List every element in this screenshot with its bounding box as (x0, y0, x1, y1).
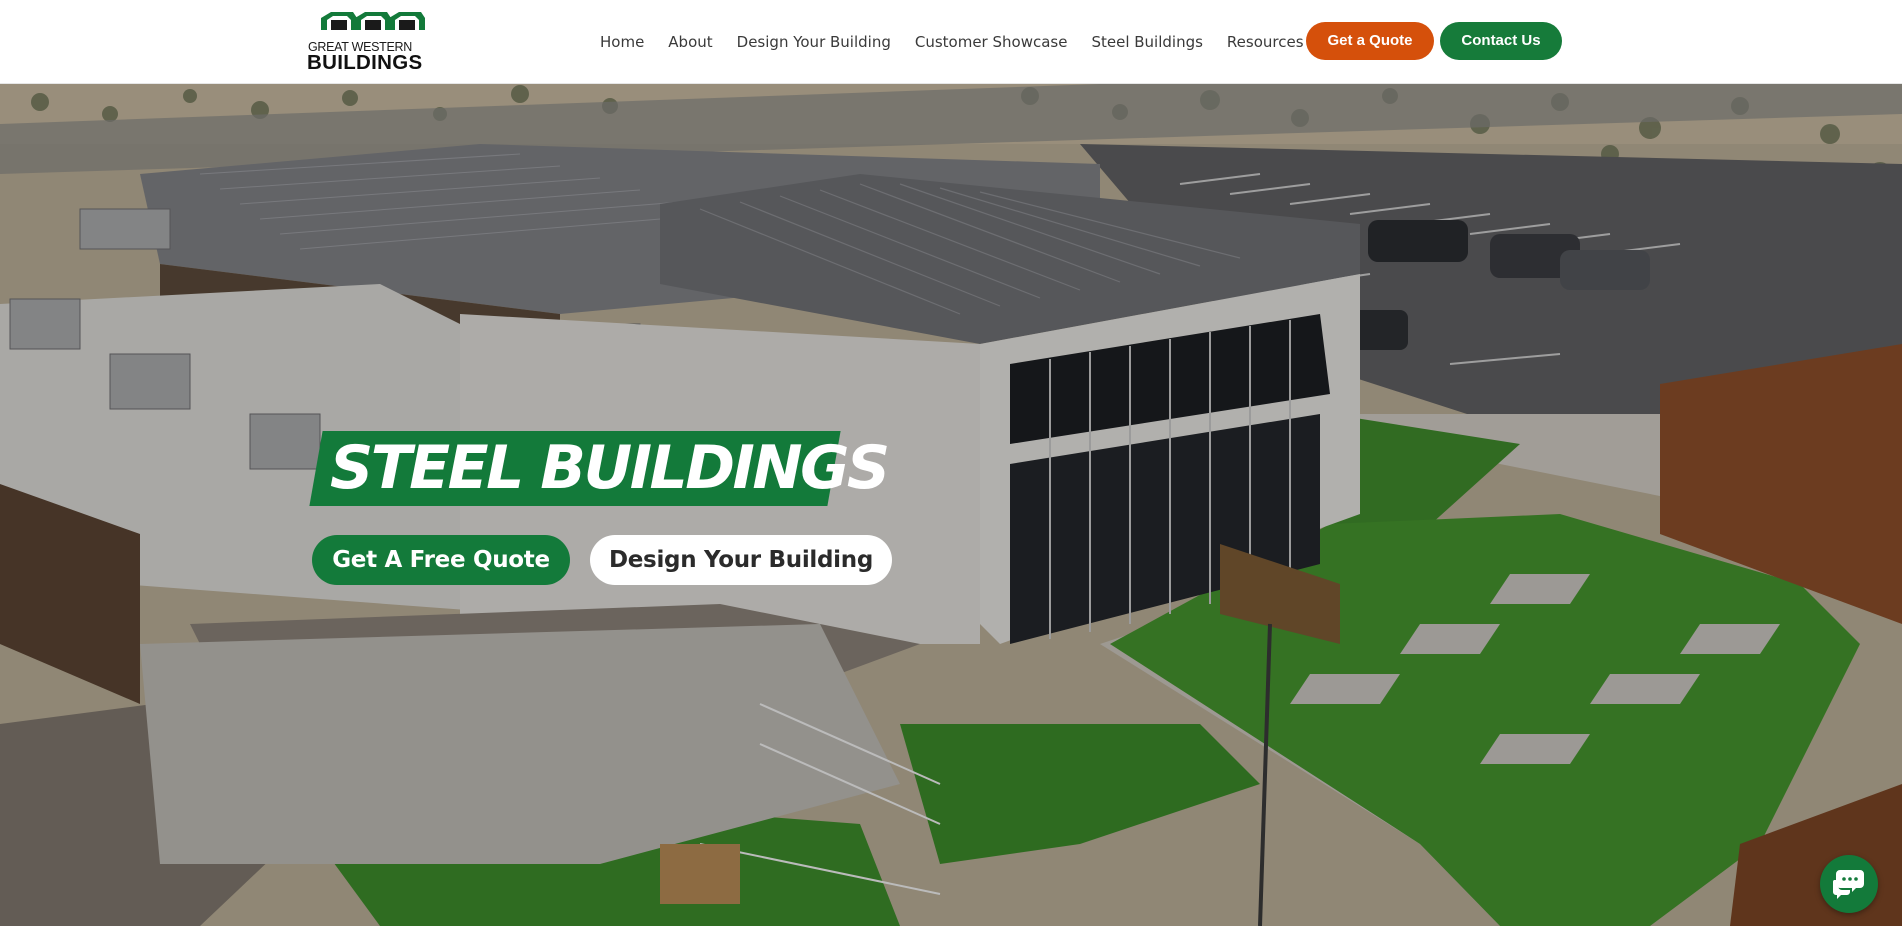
logo-line-2: BUILDINGS (307, 51, 423, 74)
get-a-quote-button[interactable]: Get a Quote (1306, 22, 1434, 60)
nav-customer-showcase[interactable]: Customer Showcase (915, 31, 1068, 55)
nav-about[interactable]: About (668, 31, 712, 55)
nav-design-your-building[interactable]: Design Your Building (737, 31, 891, 55)
building-roofs-icon (321, 12, 425, 30)
hero-section: STEEL BUILDINGS Get A Free Quote Design … (0, 84, 1902, 926)
chat-button[interactable] (1820, 855, 1878, 913)
hero-title: STEEL BUILDINGS (330, 433, 890, 503)
hero-overlay (0, 84, 1902, 926)
main-nav: Home About Design Your Building Customer… (600, 31, 1328, 55)
chat-bubbles-icon (1832, 870, 1864, 899)
site-header: GREAT WESTERN BUILDINGS Home About Desig… (0, 0, 1902, 84)
nav-steel-buildings[interactable]: Steel Buildings (1091, 31, 1202, 55)
get-free-quote-button[interactable]: Get A Free Quote (312, 535, 570, 585)
contact-us-button[interactable]: Contact Us (1440, 22, 1562, 60)
design-your-building-button[interactable]: Design Your Building (590, 535, 892, 585)
nav-resources[interactable]: Resources (1227, 31, 1304, 55)
logo[interactable]: GREAT WESTERN BUILDINGS (307, 10, 439, 74)
nav-home[interactable]: Home (600, 31, 644, 55)
